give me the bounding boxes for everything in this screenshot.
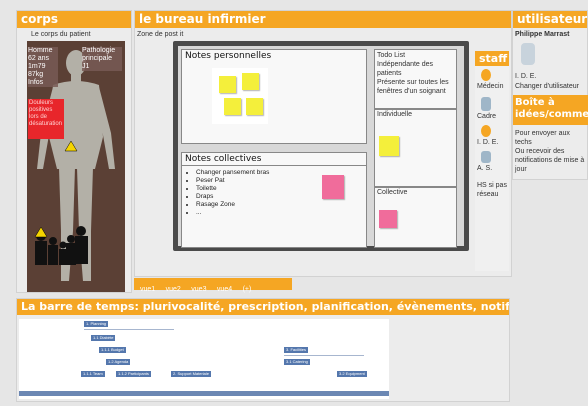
- todo-line: Indépendante des: [377, 61, 434, 68]
- sticky-note[interactable]: [246, 98, 263, 115]
- todo-line: patients: [377, 70, 402, 77]
- feedback-line: techs: [515, 139, 532, 146]
- personal-notes-section[interactable]: Notes personnelles: [181, 49, 367, 144]
- alert-line: Douleurs: [29, 100, 54, 106]
- gantt-task[interactable]: 1. Planning: [84, 321, 109, 327]
- gantt-task[interactable]: 1.1.2 Participants: [116, 371, 151, 377]
- patho-label: Pathologie: [82, 47, 116, 54]
- gantt-task[interactable]: 3.2 Equipment: [337, 371, 367, 377]
- collective-title: Collective: [377, 189, 408, 196]
- todo-title: Todo List: [377, 52, 406, 59]
- patient-info: Homme 62 ans 1m79 87kg Infos: [28, 47, 58, 87]
- personal-notes-title: Notes personnelles: [185, 51, 272, 61]
- user-panel-title: utilisateur: [513, 11, 587, 28]
- staff-role: A. S.: [477, 165, 493, 172]
- staff-title: staff: [475, 51, 509, 66]
- view-tabs: vue1 vue2 vue3 vue4 (+): [134, 278, 292, 293]
- collective-notes-title: Notes collectives: [182, 153, 366, 166]
- sticky-note[interactable]: [219, 76, 236, 93]
- body-panel: corps Le corps du patient Homme 62 ans 1…: [16, 10, 132, 293]
- doctor-avatar-icon[interactable]: [481, 69, 491, 81]
- patho-day: J1: [82, 63, 90, 70]
- gantt-task[interactable]: 2. Support Materiale: [171, 371, 212, 377]
- body-subtitle: Le corps du patient: [31, 31, 91, 38]
- change-user-link[interactable]: Changer d'utilisateur: [515, 83, 579, 90]
- gantt-chart[interactable]: 1. Planning 1.1 Diabète 1.1.1 Budget 1.2…: [19, 319, 389, 399]
- alert-note[interactable]: Douleurs positives lors de désaturation: [28, 99, 64, 139]
- pink-sticky-note[interactable]: [379, 210, 397, 228]
- manager-avatar-icon[interactable]: [481, 97, 491, 111]
- pathology-info: Pathologie principale J1: [82, 47, 122, 71]
- aide-avatar-icon[interactable]: [481, 151, 491, 163]
- nurse-avatar-icon[interactable]: [481, 125, 491, 137]
- office-subtitle: Zone de post it: [137, 31, 184, 38]
- gantt-task[interactable]: 1.1.1 Team: [81, 371, 105, 377]
- timeline-title: La barre de temps: plurivocalité, prescr…: [17, 299, 509, 315]
- sticky-note[interactable]: [224, 98, 241, 115]
- staff-note: réseau: [477, 191, 499, 198]
- individual-section[interactable]: Individuelle: [374, 109, 457, 187]
- office-panel: le bureau infirmier Zone de post it Note…: [134, 10, 512, 277]
- staff-role: I. D. E.: [477, 139, 499, 146]
- pink-sticky-note[interactable]: [322, 175, 344, 199]
- timeline-panel: La barre de temps: plurivocalité, prescr…: [16, 298, 510, 402]
- staff-column: staff Médecin Cadre I. D. E. A. S. HS si…: [475, 51, 509, 271]
- collective-section[interactable]: Collective: [374, 187, 457, 248]
- alert-line: désaturation: [29, 121, 63, 127]
- gantt-task[interactable]: 3.1 Catering: [284, 359, 310, 365]
- feedback-box-title: Boîte à idées/commentaires: [513, 95, 588, 125]
- gantt-task[interactable]: 1.1 Diabète: [91, 335, 116, 341]
- feedback-title-line: idées/commentaires: [515, 109, 588, 120]
- alert-line: lors de: [29, 114, 48, 120]
- list-item: ...: [196, 209, 366, 217]
- feedback-text[interactable]: Pour envoyer aux techs Ou recevoir des n…: [515, 129, 584, 174]
- tab-vue4[interactable]: vue4: [217, 286, 232, 293]
- feedback-line: Ou recevoir des: [515, 148, 565, 155]
- feedback-line: Pour envoyer aux: [515, 130, 570, 137]
- office-panel-title: le bureau infirmier: [135, 11, 511, 28]
- staff-role: Médecin: [477, 83, 504, 90]
- staff-role: Cadre: [477, 113, 497, 120]
- user-panel: utilisateur Philippe Marrast I. D. E. Ch…: [512, 10, 588, 180]
- patient-age: 62 ans: [28, 55, 50, 62]
- feedback-line: jour: [515, 166, 527, 173]
- individual-title: Individuelle: [377, 111, 413, 118]
- collective-notes-section[interactable]: Notes collectives Changer pansement bras…: [181, 152, 367, 248]
- add-tab-button[interactable]: (+): [243, 286, 252, 293]
- patient-sex: Homme: [28, 47, 53, 54]
- todo-line: Présente sur toutes les: [377, 79, 449, 86]
- feedback-title-line: Boîte à: [515, 97, 555, 108]
- sticky-note[interactable]: [242, 73, 259, 90]
- user-avatar: [521, 43, 535, 65]
- alert-line: positives: [29, 107, 53, 113]
- body-image[interactable]: Homme 62 ans 1m79 87kg Infos Pathologie …: [27, 41, 125, 292]
- staff-note: HS si pas: [477, 182, 507, 189]
- todo-line: fenêtres d'un soignant: [377, 88, 446, 95]
- user-name: Philippe Marrast: [515, 31, 570, 38]
- list-item[interactable]: Rasage Zone: [196, 201, 366, 209]
- timeline-axis: [19, 391, 389, 396]
- patient-infos[interactable]: Infos: [28, 79, 58, 87]
- user-role: I. D. E.: [515, 73, 537, 80]
- tab-vue1[interactable]: vue1: [140, 286, 155, 293]
- sticky-cluster: [212, 68, 268, 124]
- whiteboard: Notes personnelles Notes collectives Cha…: [173, 41, 469, 251]
- sticky-note[interactable]: [379, 136, 399, 156]
- gantt-task[interactable]: 3. Facilities: [284, 347, 309, 353]
- patient-height: 1m79: [28, 63, 46, 70]
- patient-weight: 87kg: [28, 71, 44, 78]
- tab-vue3[interactable]: vue3: [191, 286, 206, 293]
- tab-vue2[interactable]: vue2: [166, 286, 181, 293]
- patho-label2: principale: [82, 55, 112, 62]
- gantt-task[interactable]: 1.2 Agenda: [106, 359, 131, 365]
- feedback-line: notifications de mise à: [515, 157, 585, 164]
- todo-list-section[interactable]: Todo List Indépendante des patients Prés…: [374, 49, 457, 109]
- body-panel-title: corps: [17, 11, 131, 28]
- gantt-task[interactable]: 1.1.1 Budget: [99, 347, 126, 353]
